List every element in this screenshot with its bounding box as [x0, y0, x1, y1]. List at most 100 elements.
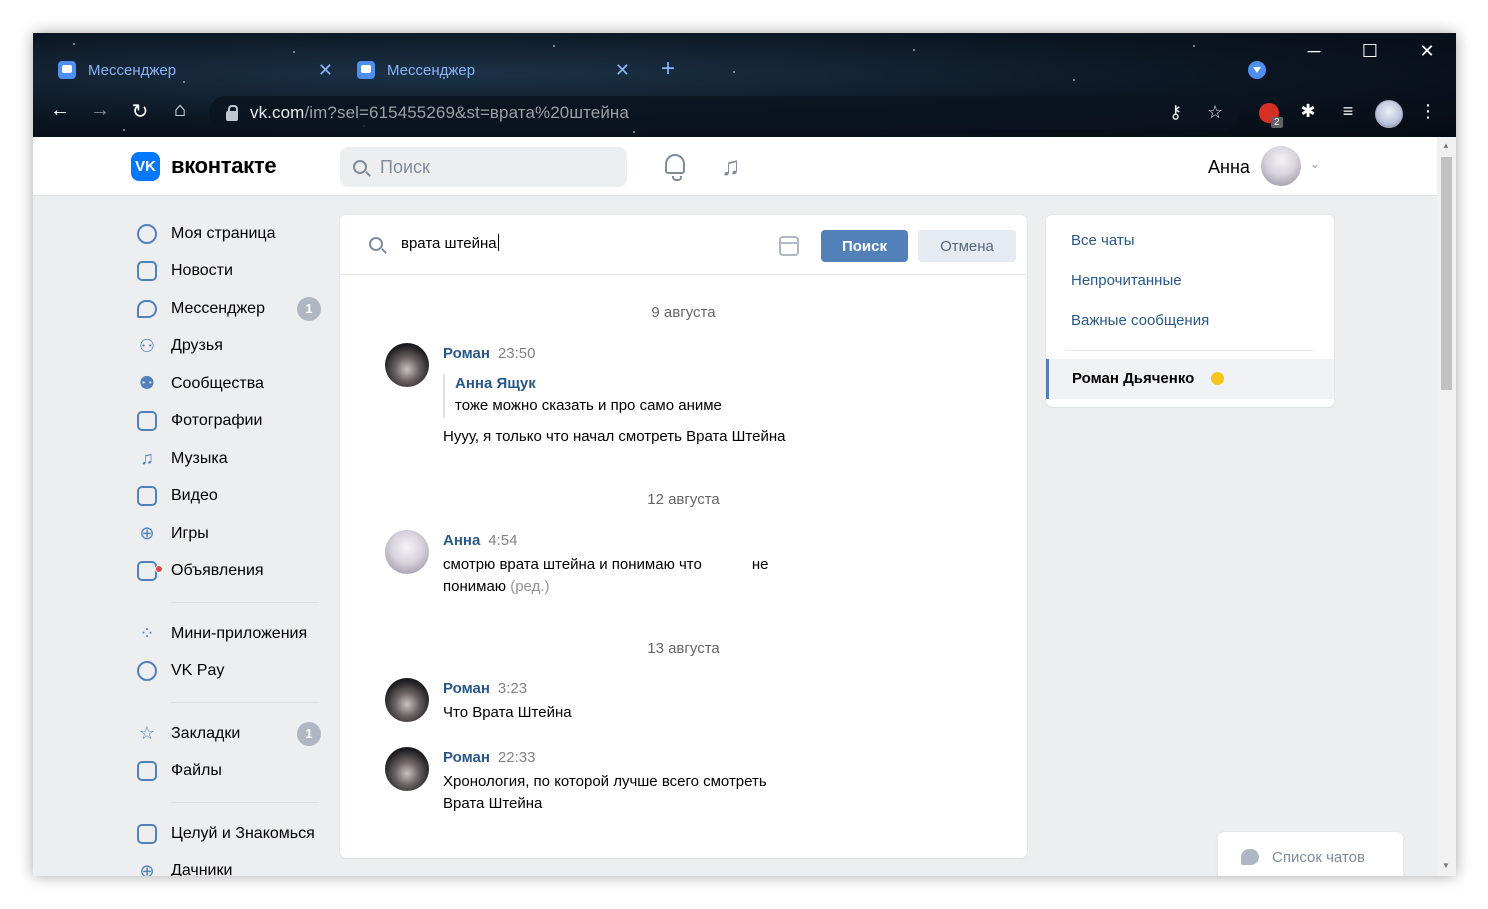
menu-item-bookmarks[interactable]: ☆ Закладки 1 — [131, 715, 331, 753]
menu-item-files[interactable]: Файлы — [131, 753, 331, 791]
menu-item-messenger[interactable]: Мессенджер 1 — [131, 290, 331, 328]
notification-dot — [155, 565, 163, 574]
home-button[interactable]: ⌂ — [165, 99, 195, 122]
new-tab-button[interactable]: + — [661, 55, 675, 83]
back-button[interactable]: ← — [45, 99, 75, 122]
menu-item-mini-apps[interactable]: ⁘ Мини-приложения — [131, 615, 331, 653]
menu-item-communities[interactable]: ⚉ Сообщества — [131, 365, 331, 403]
author-name[interactable]: Анна — [443, 532, 480, 549]
chat-list-button[interactable]: Список чатов — [1218, 832, 1403, 876]
page-scrollbar[interactable]: ▲ ▼ — [1437, 137, 1456, 876]
unread-badge: 1 — [297, 296, 321, 321]
browser-chrome: Мессенджер ✕ Мессенджер ✕ + ─ ☐ ✕ ← → ↻ … — [33, 33, 1456, 137]
puzzle-icon[interactable]: ✱ — [1295, 101, 1321, 122]
file-icon — [135, 759, 159, 783]
message-author[interactable]: Роман 22:33 — [443, 749, 535, 766]
message-time[interactable]: 23:50 — [498, 345, 536, 362]
message-search-input[interactable]: врата штейна — [401, 234, 499, 252]
chrome-profile-avatar[interactable] — [1375, 100, 1403, 128]
author-name[interactable]: Роман — [443, 749, 490, 766]
search-button[interactable]: Поиск — [821, 230, 908, 262]
vk-brand[interactable]: вконтакте — [171, 153, 277, 179]
menu-item-vk-pay[interactable]: VK Pay — [131, 653, 331, 691]
bg-star — [1073, 79, 1075, 81]
message-author[interactable]: Анна 4:54 — [443, 532, 518, 549]
forward-button[interactable]: → — [85, 99, 115, 122]
menu-item-music[interactable]: ♫ Музыка — [131, 440, 331, 478]
cancel-button[interactable]: Отмена — [918, 230, 1016, 262]
message-author[interactable]: Роман 3:23 — [443, 680, 527, 697]
scroll-down-icon[interactable]: ▼ — [1442, 861, 1450, 870]
avatar[interactable] — [385, 343, 429, 387]
message-author[interactable]: Роман 23:50 — [443, 345, 535, 362]
key-icon[interactable]: ⚷ — [1169, 102, 1182, 123]
menu-item-app-dachniki[interactable]: ⊕ Дачники — [131, 853, 331, 876]
message-icon — [135, 297, 159, 321]
menu-item-app-kiss[interactable]: Целуй и Знакомься — [131, 815, 331, 853]
close-window-button[interactable]: ✕ — [1412, 41, 1442, 62]
vk-page: VK вконтакте ♫ Анна ⌄ Моя страница Новос… — [33, 137, 1437, 876]
chevron-down-icon[interactable]: ⌄ — [1310, 157, 1320, 171]
message-time[interactable]: 22:33 — [498, 749, 536, 766]
menu-item-friends[interactable]: ⚇ Друзья — [131, 328, 331, 366]
header-search-input[interactable] — [380, 156, 610, 178]
active-chat-item[interactable]: Роман Дьяченко — [1046, 359, 1334, 399]
tab-close-icon[interactable]: ✕ — [615, 60, 630, 81]
tab-search-icon[interactable] — [1248, 61, 1266, 79]
chrome-menu-icon[interactable]: ⋮ — [1415, 101, 1441, 122]
apps-icon: ⁘ — [139, 623, 155, 644]
music-note-icon[interactable]: ♫ — [721, 151, 741, 182]
header-user-avatar[interactable] — [1261, 146, 1301, 186]
browser-window: Мессенджер ✕ Мессенджер ✕ + ─ ☐ ✕ ← → ↻ … — [33, 33, 1456, 876]
tab-close-icon[interactable]: ✕ — [318, 60, 333, 81]
minimize-button[interactable]: ─ — [1299, 41, 1329, 62]
menu-label: Файлы — [171, 762, 222, 780]
author-name[interactable]: Роман — [443, 680, 490, 697]
quoted-message[interactable]: Анна Ящук тоже можно сказать и про само … — [443, 374, 722, 418]
header-search[interactable] — [340, 147, 627, 187]
vk-logo-icon[interactable]: VK — [131, 152, 160, 181]
menu-item-ads[interactable]: Объявления — [131, 553, 331, 591]
menu-label: Музыка — [171, 449, 228, 467]
ads-icon — [135, 559, 163, 583]
browser-tab-active[interactable]: Мессенджер ✕ — [357, 55, 630, 85]
lock-icon[interactable] — [226, 105, 238, 121]
menu-item-photos[interactable]: Фотографии — [131, 403, 331, 441]
message-time[interactable]: 3:23 — [498, 680, 527, 697]
scrollbar-thumb[interactable] — [1441, 157, 1452, 390]
chat-filter-panel: Все чаты Непрочитанные Важные сообщения … — [1046, 215, 1334, 407]
music-icon: ♫ — [140, 448, 154, 469]
playlist-icon[interactable]: ≡ — [1335, 101, 1361, 122]
search-query: врата штейна — [401, 235, 497, 252]
menu-item-my-page[interactable]: Моя страница — [131, 215, 331, 253]
quote-author[interactable]: Анна Ящук — [455, 374, 722, 394]
filter-unread[interactable]: Непрочитанные — [1071, 272, 1182, 289]
reload-button[interactable]: ↻ — [125, 99, 155, 124]
date-separator: 12 августа — [647, 491, 720, 508]
filter-important[interactable]: Важные сообщения — [1071, 312, 1209, 329]
star-icon: ☆ — [138, 723, 156, 744]
scroll-up-icon[interactable]: ▲ — [1442, 141, 1450, 150]
avatar[interactable] — [385, 747, 429, 791]
bookmark-star-icon[interactable]: ☆ — [1207, 102, 1223, 123]
menu-item-news[interactable]: Новости — [131, 253, 331, 291]
browser-tab[interactable]: Мессенджер ✕ — [58, 55, 333, 85]
menu-item-games[interactable]: ⊕ Игры — [131, 515, 331, 553]
avatar[interactable] — [385, 530, 429, 574]
author-name[interactable]: Роман — [443, 345, 490, 362]
address-bar[interactable]: vk.com/im?sel=615455269&st=врата%20штейн… — [209, 96, 1239, 130]
message-text: Нууу, я только что начал смотреть Врата … — [443, 428, 786, 445]
messenger-favicon-icon — [357, 61, 375, 79]
filter-all-chats[interactable]: Все чаты — [1071, 232, 1135, 249]
bg-star — [553, 45, 555, 47]
menu-item-video[interactable]: Видео — [131, 478, 331, 516]
tab-title: Мессенджер — [88, 61, 177, 79]
header-user-name[interactable]: Анна — [1208, 157, 1250, 178]
bell-icon[interactable] — [665, 154, 685, 181]
calendar-icon[interactable] — [779, 236, 799, 256]
message-time[interactable]: 4:54 — [488, 532, 517, 549]
avatar[interactable] — [385, 678, 429, 722]
address-url[interactable]: vk.com/im?sel=615455269&st=врата%20штейн… — [250, 103, 629, 123]
vk-header: VK вконтакте ♫ Анна ⌄ — [33, 137, 1437, 196]
maximize-button[interactable]: ☐ — [1355, 41, 1385, 62]
